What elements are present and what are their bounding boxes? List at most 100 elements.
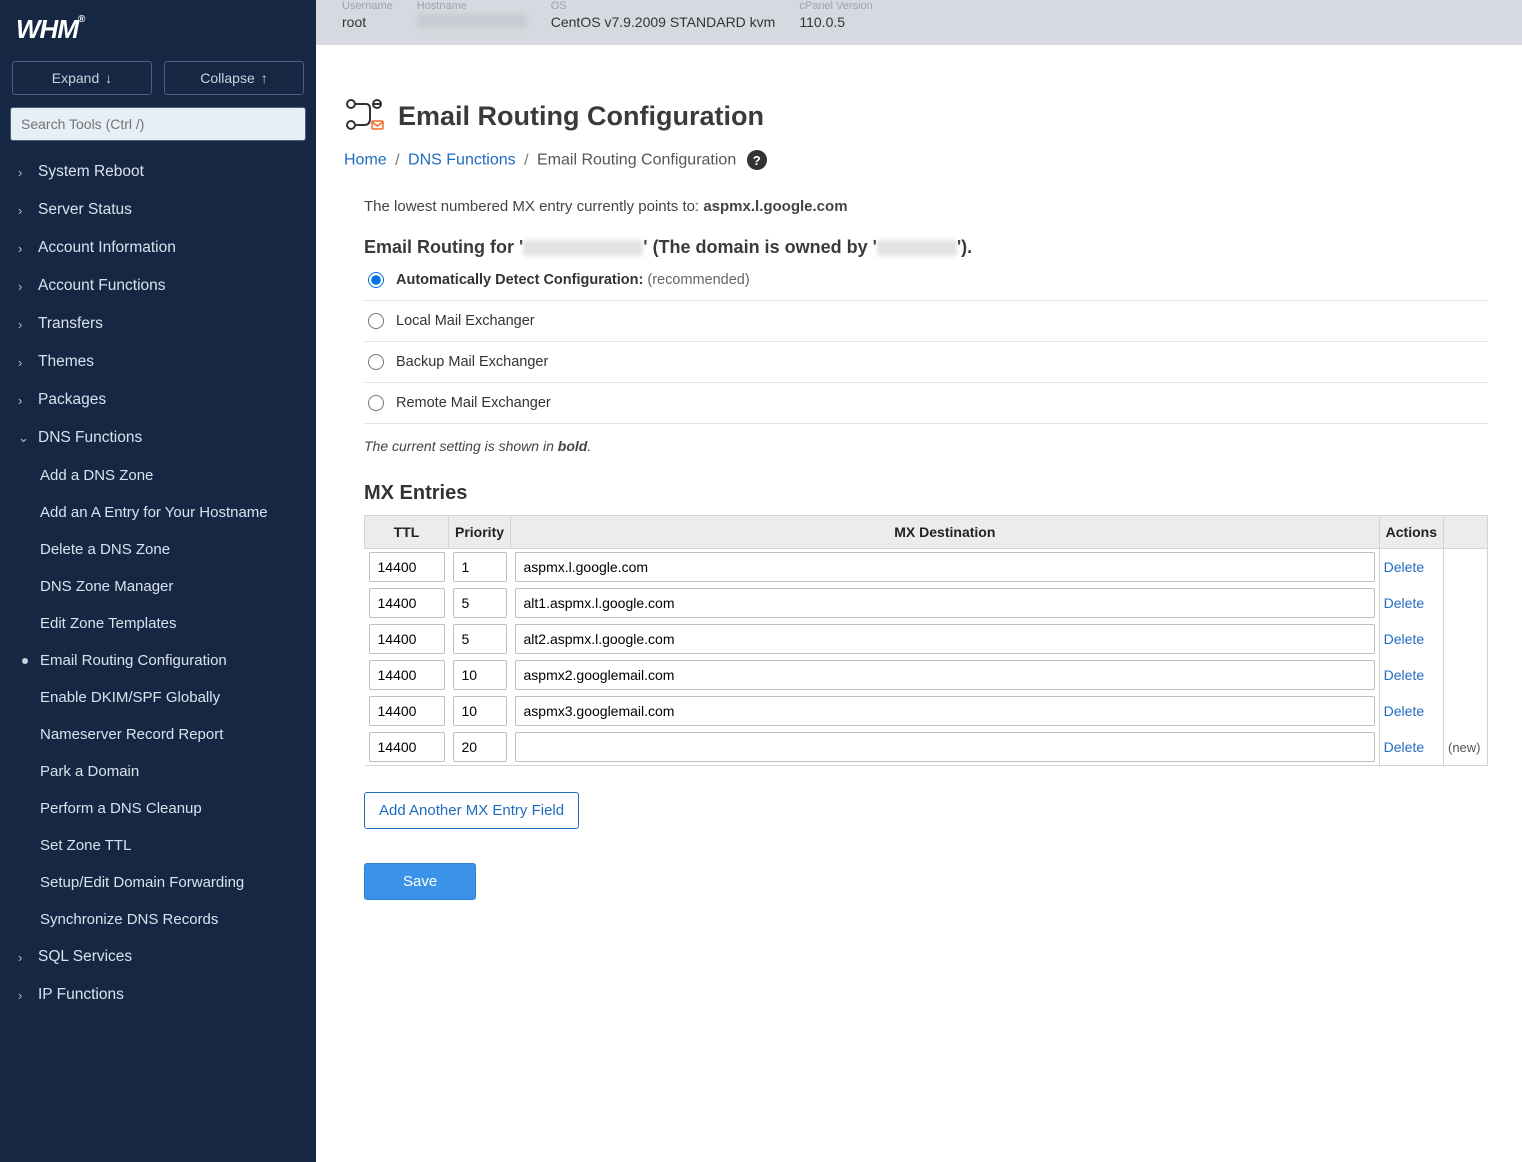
username-label: Username	[342, 0, 393, 12]
routing-for-header: Email Routing for '' (The domain is owne…	[364, 237, 1488, 258]
chevron-right-icon: ›	[18, 988, 30, 1003]
destination-input[interactable]	[515, 588, 1375, 618]
sub-add-a-entry[interactable]: Add an A Entry for Your Hostname	[0, 494, 316, 531]
priority-input[interactable]	[453, 552, 507, 582]
nav-dns-functions[interactable]: ⌄DNS Functions	[0, 419, 316, 457]
sub-park-a-domain[interactable]: Park a Domain	[0, 753, 316, 790]
collapse-button[interactable]: Collapse↑	[164, 61, 304, 95]
radio-remote[interactable]	[368, 395, 384, 411]
nav-themes[interactable]: ›Themes	[0, 343, 316, 381]
arrow-up-icon: ↑	[261, 70, 268, 86]
nav-account-functions[interactable]: ›Account Functions	[0, 267, 316, 305]
help-icon[interactable]: ?	[747, 150, 767, 170]
email-routing-icon	[344, 97, 384, 136]
ttl-input[interactable]	[369, 624, 445, 654]
destination-input[interactable]	[515, 732, 1375, 762]
breadcrumb-dns-functions[interactable]: DNS Functions	[408, 152, 516, 169]
breadcrumb-home[interactable]: Home	[344, 152, 387, 169]
sub-dns-zone-manager[interactable]: DNS Zone Manager	[0, 568, 316, 605]
save-button[interactable]: Save	[364, 863, 476, 900]
sub-sync-dns-records[interactable]: Synchronize DNS Records	[0, 901, 316, 938]
mx-row: Delete	[365, 621, 1488, 657]
cpanel-version-label: cPanel Version	[799, 0, 872, 12]
server-info-bar: Username root Hostname OS CentOS v7.9.20…	[316, 0, 1522, 45]
radio-backup[interactable]	[368, 354, 384, 370]
new-indicator: (new)	[1444, 729, 1488, 766]
mx-row: Delete (new)	[365, 729, 1488, 766]
ttl-input[interactable]	[369, 732, 445, 762]
arrow-down-icon: ↓	[105, 70, 112, 86]
sub-nameserver-record-report[interactable]: Nameserver Record Report	[0, 716, 316, 753]
expand-button[interactable]: Expand↓	[12, 61, 152, 95]
ttl-input[interactable]	[369, 696, 445, 726]
os-value: CentOS v7.9.2009 STANDARD kvm	[551, 12, 776, 30]
radio-auto-detect[interactable]	[368, 272, 384, 288]
priority-input[interactable]	[453, 696, 507, 726]
mx-entries-title: MX Entries	[364, 482, 1488, 505]
current-setting-note: The current setting is shown in bold.	[364, 438, 1488, 454]
destination-input[interactable]	[515, 660, 1375, 690]
chevron-right-icon: ›	[18, 950, 30, 965]
sub-add-dns-zone[interactable]: Add a DNS Zone	[0, 457, 316, 494]
radio-local-label: Local Mail Exchanger	[396, 313, 535, 329]
chevron-right-icon: ›	[18, 165, 30, 180]
add-mx-entry-button[interactable]: Add Another MX Entry Field	[364, 792, 579, 829]
search-input[interactable]	[10, 107, 306, 141]
breadcrumb-current: Email Routing Configuration	[537, 152, 736, 169]
sub-email-routing-config[interactable]: Email Routing Configuration	[0, 642, 316, 679]
mx-row: Delete	[365, 585, 1488, 621]
mx-row: Delete	[365, 549, 1488, 586]
breadcrumb: Home / DNS Functions / Email Routing Con…	[344, 150, 1488, 170]
radio-auto-label: Automatically Detect Configuration: (rec…	[396, 272, 750, 288]
cpanel-version-value: 110.0.5	[799, 12, 872, 30]
nav-system-reboot[interactable]: ›System Reboot	[0, 153, 316, 191]
destination-input[interactable]	[515, 552, 1375, 582]
priority-input[interactable]	[453, 588, 507, 618]
new-indicator	[1444, 657, 1488, 693]
chevron-right-icon: ›	[18, 355, 30, 370]
th-actions: Actions	[1379, 516, 1443, 549]
username-value: root	[342, 12, 393, 30]
nav-sql-services[interactable]: ›SQL Services	[0, 938, 316, 976]
ttl-input[interactable]	[369, 588, 445, 618]
new-indicator	[1444, 621, 1488, 657]
sub-setup-domain-forwarding[interactable]: Setup/Edit Domain Forwarding	[0, 864, 316, 901]
radio-local[interactable]	[368, 313, 384, 329]
delete-link[interactable]: Delete	[1384, 595, 1424, 611]
th-destination: MX Destination	[511, 516, 1380, 549]
delete-link[interactable]: Delete	[1384, 559, 1424, 575]
nav-ip-functions[interactable]: ›IP Functions	[0, 976, 316, 1014]
hostname-label: Hostname	[417, 0, 527, 12]
destination-input[interactable]	[515, 624, 1375, 654]
sub-edit-zone-templates[interactable]: Edit Zone Templates	[0, 605, 316, 642]
mx-pointer-info: The lowest numbered MX entry currently p…	[364, 198, 1488, 215]
sub-set-zone-ttl[interactable]: Set Zone TTL	[0, 827, 316, 864]
mx-entries-table: TTL Priority MX Destination Actions Dele…	[364, 515, 1488, 766]
nav-packages[interactable]: ›Packages	[0, 381, 316, 419]
priority-input[interactable]	[453, 732, 507, 762]
sub-enable-dkim-spf[interactable]: Enable DKIM/SPF Globally	[0, 679, 316, 716]
delete-link[interactable]: Delete	[1384, 667, 1424, 683]
nav-account-information[interactable]: ›Account Information	[0, 229, 316, 267]
delete-link[interactable]: Delete	[1384, 703, 1424, 719]
chevron-right-icon: ›	[18, 393, 30, 408]
priority-input[interactable]	[453, 624, 507, 654]
chevron-right-icon: ›	[18, 317, 30, 332]
mx-row: Delete	[365, 657, 1488, 693]
priority-input[interactable]	[453, 660, 507, 690]
chevron-right-icon: ›	[18, 279, 30, 294]
new-indicator	[1444, 693, 1488, 729]
delete-link[interactable]: Delete	[1384, 739, 1424, 755]
os-label: OS	[551, 0, 776, 12]
whm-logo: WHM®	[16, 14, 84, 44]
ttl-input[interactable]	[369, 660, 445, 690]
sub-perform-dns-cleanup[interactable]: Perform a DNS Cleanup	[0, 790, 316, 827]
th-ttl: TTL	[365, 516, 449, 549]
destination-input[interactable]	[515, 696, 1375, 726]
nav-server-status[interactable]: ›Server Status	[0, 191, 316, 229]
sidebar: WHM® Expand↓ Collapse↑ ›System Reboot ›S…	[0, 0, 316, 1162]
ttl-input[interactable]	[369, 552, 445, 582]
sub-delete-dns-zone[interactable]: Delete a DNS Zone	[0, 531, 316, 568]
nav-transfers[interactable]: ›Transfers	[0, 305, 316, 343]
delete-link[interactable]: Delete	[1384, 631, 1424, 647]
